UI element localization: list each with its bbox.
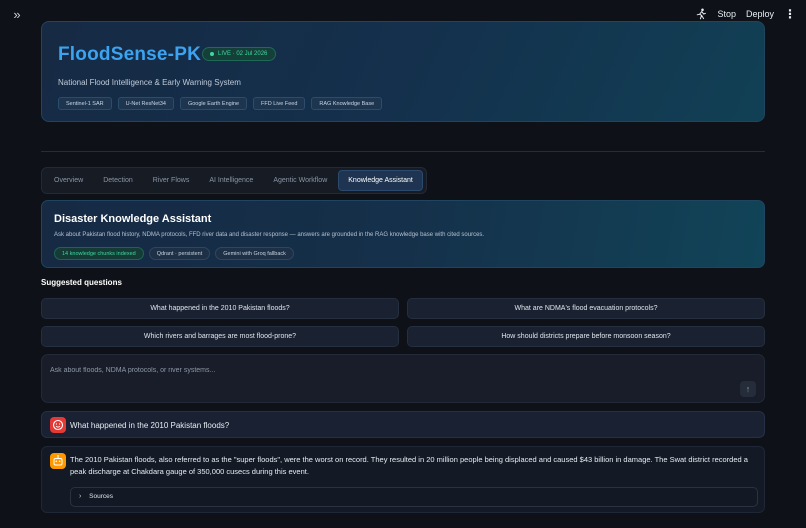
vertical-dots-icon[interactable]: ⋮ [784, 8, 796, 20]
hero-banner: FloodSense-PK LIVE · 02 Jul 2026 Nationa… [41, 21, 765, 122]
knowledge-assistant-card: Disaster Knowledge Assistant Ask about P… [41, 200, 765, 268]
arrow-up-icon[interactable]: ↑ [740, 381, 756, 397]
user-avatar-icon [50, 417, 66, 433]
robot-icon [53, 455, 63, 466]
suggested-question-button[interactable]: How should districts prepare before mons… [407, 326, 765, 347]
section-description: Ask about Pakistan flood history, NDMA p… [54, 232, 485, 238]
running-man-icon [697, 8, 707, 20]
live-dot-icon [210, 52, 214, 56]
chevron-right-icon: › [79, 493, 82, 500]
smile-face-icon [52, 419, 64, 431]
chunks-indexed-badge: 14 knowledge chunks indexed [54, 247, 144, 260]
suggested-question-button[interactable]: What happened in the 2010 Pakistan flood… [41, 298, 399, 319]
chat-input-box: ↑ [41, 354, 765, 403]
tech-tag: U-Net ResNet34 [117, 97, 174, 110]
chat-input[interactable] [50, 363, 710, 377]
assistant-avatar-icon [50, 453, 66, 469]
section-divider [41, 151, 765, 152]
user-message-text: What happened in the 2010 Pakistan flood… [70, 421, 230, 430]
tab-knowledge-assistant[interactable]: Knowledge Assistant [338, 170, 423, 191]
tab-bar: Overview Detection River Flows AI Intell… [41, 167, 427, 194]
knowledge-badges: 14 knowledge chunks indexed Qdrant · per… [54, 247, 294, 260]
tech-tag: RAG Knowledge Base [311, 97, 383, 110]
tab-agentic-workflow[interactable]: Agentic Workflow [264, 170, 336, 191]
deploy-button[interactable]: Deploy [746, 9, 774, 19]
live-status-badge: LIVE · 02 Jul 2026 [202, 47, 277, 61]
tech-tag: Sentinel-1 SAR [58, 97, 112, 110]
tab-river-flows[interactable]: River Flows [144, 170, 199, 191]
sources-label: Sources [89, 493, 114, 500]
tech-tag: FFD Live Feed [253, 97, 306, 110]
live-badge-text: LIVE · 02 Jul 2026 [218, 51, 268, 57]
assistant-message-text: The 2010 Pakistan floods, also referred … [70, 455, 748, 476]
tech-tags: Sentinel-1 SAR U-Net ResNet34 Google Ear… [58, 97, 383, 110]
tab-detection[interactable]: Detection [94, 170, 142, 191]
app-subtitle: National Flood Intelligence & Early Warn… [58, 78, 241, 87]
vector-store-badge: Qdrant · persistent [148, 247, 211, 260]
section-title: Disaster Knowledge Assistant [54, 213, 212, 225]
stop-button[interactable]: Stop [717, 9, 736, 19]
sources-expander[interactable]: › Sources [70, 487, 758, 507]
suggested-question-button[interactable]: What are NDMA's flood evacuation protoco… [407, 298, 765, 319]
tech-tag: Google Earth Engine [179, 97, 248, 110]
double-chevron-right-icon[interactable]: » [10, 8, 24, 22]
topbar-actions: Stop Deploy ⋮ [695, 8, 796, 20]
llm-badge: Gemini with Groq fallback [215, 247, 294, 260]
chat-message-assistant: The 2010 Pakistan floods, also referred … [41, 446, 765, 513]
suggested-question-button[interactable]: Which rivers and barrages are most flood… [41, 326, 399, 347]
tab-ai-intelligence[interactable]: AI Intelligence [200, 170, 262, 191]
app-title: FloodSense-PK [58, 44, 202, 65]
tab-overview[interactable]: Overview [45, 170, 92, 191]
suggested-questions-heading: Suggested questions [41, 278, 122, 287]
chat-message-user: What happened in the 2010 Pakistan flood… [41, 411, 765, 438]
